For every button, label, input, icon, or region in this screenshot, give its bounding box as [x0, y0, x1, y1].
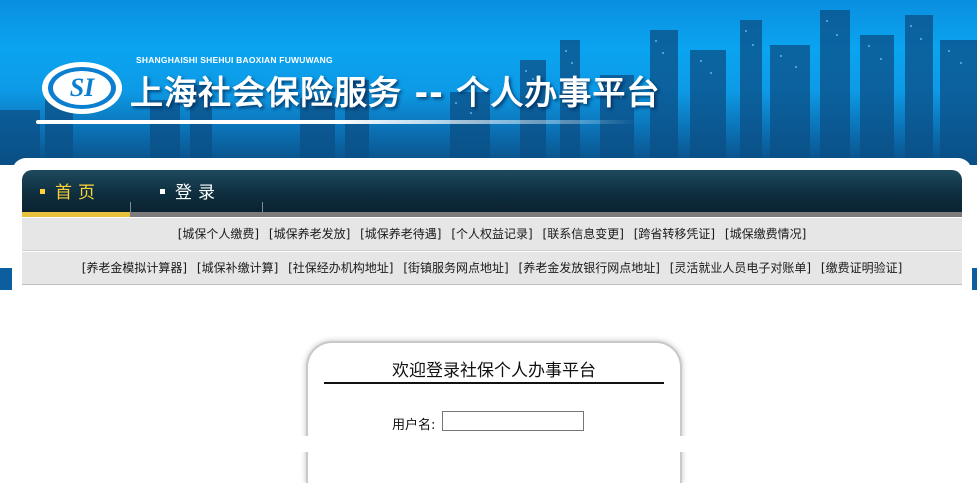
bullet-icon: [40, 188, 45, 194]
page-bottom-clip: [0, 436, 977, 452]
link-flexible-employment-statement[interactable]: [灵活就业人员电子对账单]: [670, 261, 811, 275]
username-label: 用户名:: [392, 418, 436, 433]
nav-active-indicator: [22, 212, 130, 217]
frame-edge-right: [972, 268, 977, 290]
login-title: 欢迎登录社保个人办事平台: [392, 361, 596, 381]
link-city-payment-status[interactable]: [城保缴费情况]: [725, 227, 806, 241]
quick-links-row-1: [城保个人缴费] [城保养老发放] [城保养老待遇] [个人权益记录] [联系信…: [22, 218, 962, 251]
link-pension-bank-branches[interactable]: [养老金发放银行网点地址]: [519, 261, 660, 275]
header-banner: SI SHANGHAISHI SHEHUI BAOXIAN FUWUWANG 上…: [0, 0, 977, 165]
link-street-service-points[interactable]: [街镇服务网点地址]: [403, 261, 508, 275]
svg-text:SI: SI: [70, 73, 95, 102]
link-supplementary-payment-calc[interactable]: [城保补缴计算]: [197, 261, 278, 275]
username-input[interactable]: [442, 411, 584, 431]
si-logo-icon: SI: [42, 62, 122, 114]
brand-pinyin: SHANGHAISHI SHEHUI BAOXIAN FUWUWANG: [136, 55, 333, 65]
link-payment-proof-verify[interactable]: [缴费证明验证]: [821, 261, 902, 275]
bullet-icon: [160, 188, 165, 194]
link-agency-address[interactable]: [社保经办机构地址]: [288, 261, 393, 275]
nav-divider: [262, 202, 263, 212]
link-city-personal-payment[interactable]: [城保个人缴费]: [178, 227, 259, 241]
nav-underline: [130, 212, 962, 217]
link-contact-info-change[interactable]: [联系信息变更]: [543, 227, 624, 241]
nav-home-tab[interactable]: 首页: [40, 181, 101, 205]
quick-links-row-2: [养老金模拟计算器] [城保补缴计算] [社保经办机构地址] [街镇服务网点地址…: [22, 252, 962, 285]
link-city-pension-issue[interactable]: [城保养老发放]: [269, 227, 350, 241]
login-title-divider: [324, 382, 664, 384]
link-personal-rights-record[interactable]: [个人权益记录]: [451, 227, 532, 241]
link-transfer-certificate[interactable]: [跨省转移凭证]: [634, 227, 715, 241]
link-city-pension-benefit[interactable]: [城保养老待遇]: [360, 227, 441, 241]
nav-login-label: 登录: [175, 183, 221, 203]
site-title: 上海社会保险服务 -- 个人办事平台: [130, 73, 661, 112]
nav-login-tab[interactable]: 登录: [160, 181, 221, 205]
nav-home-label: 首页: [55, 183, 101, 203]
nav-divider: [130, 202, 131, 212]
banner-underline: [36, 120, 636, 124]
frame-edge-left: [0, 268, 12, 290]
link-pension-calculator[interactable]: [养老金模拟计算器]: [82, 261, 187, 275]
